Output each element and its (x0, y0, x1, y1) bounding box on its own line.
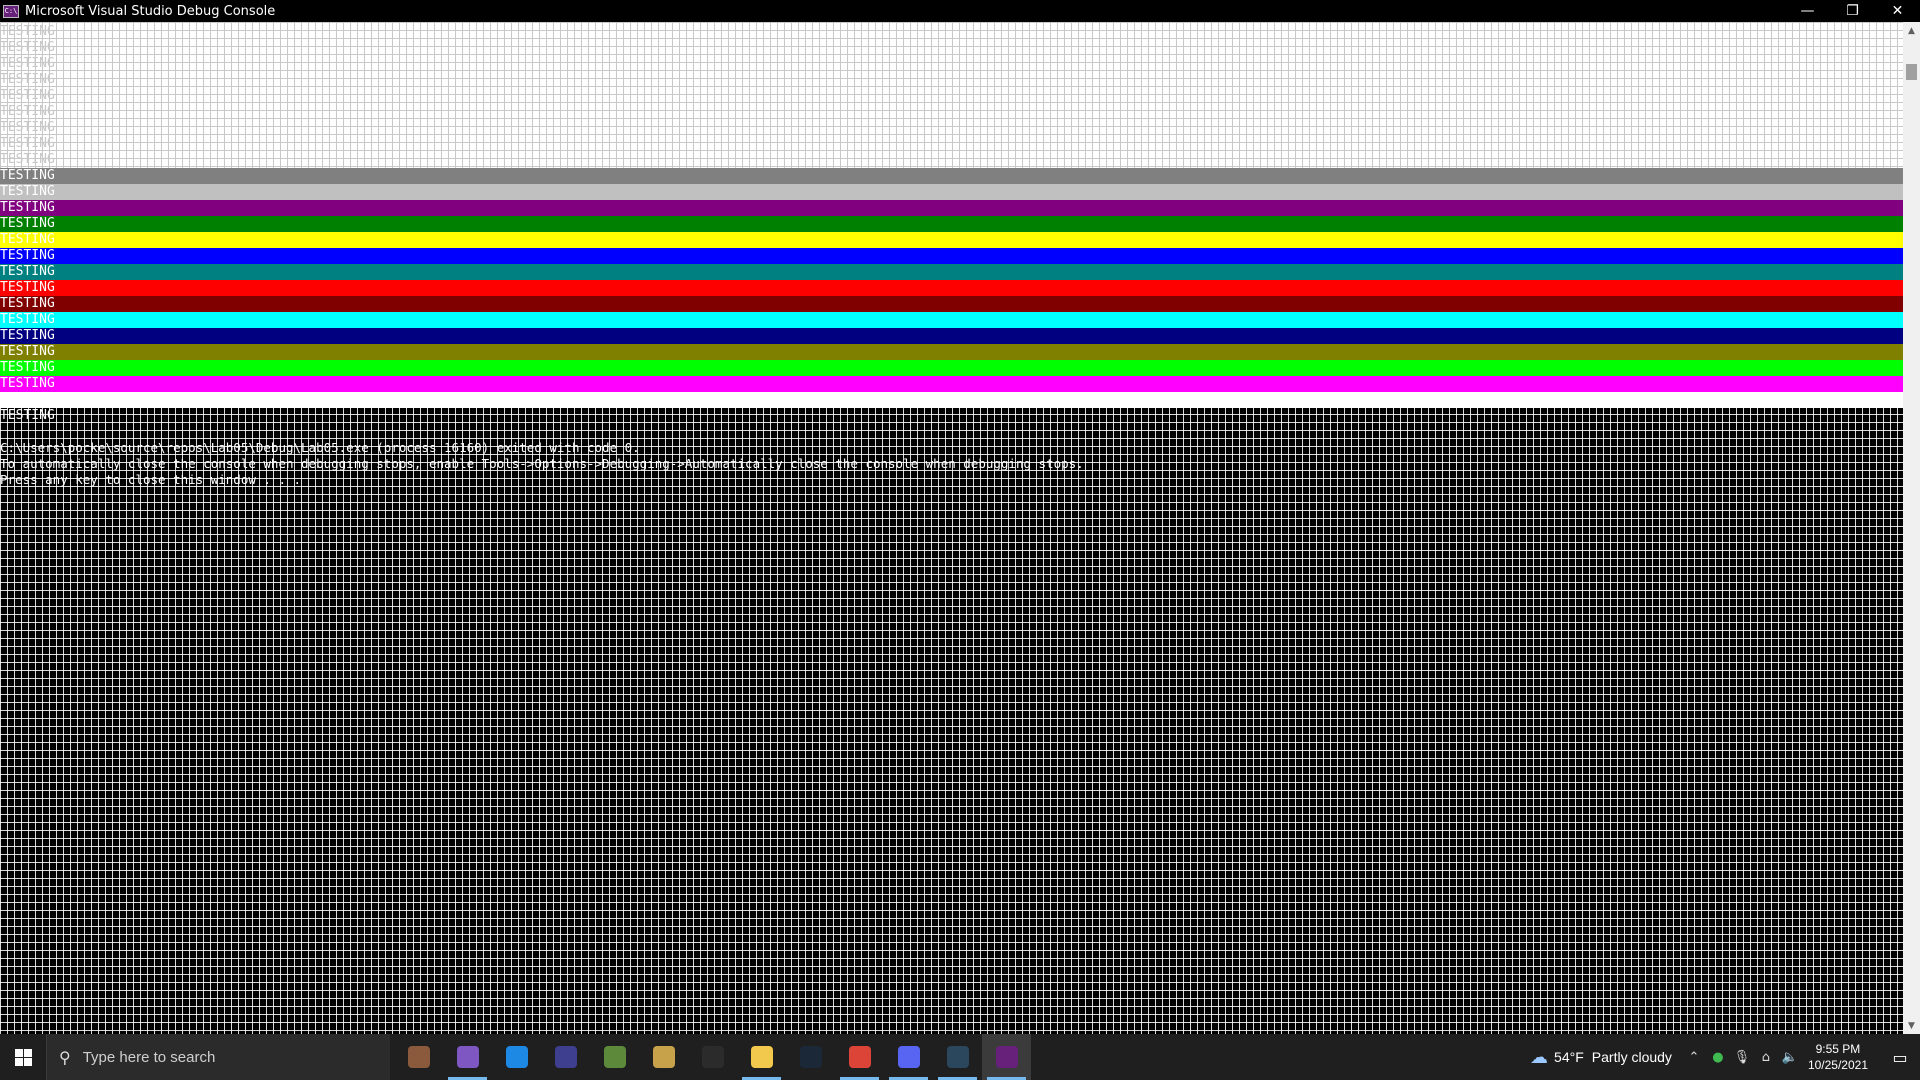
colored-output-line: TESTING (0, 232, 1903, 248)
colored-output-line: TESTING (0, 344, 1903, 360)
clock-time: 9:55 PM (1815, 1042, 1861, 1056)
vscode-icon (505, 1046, 528, 1068)
steam-icon (799, 1046, 822, 1068)
colored-output-line: TESTING (0, 312, 1903, 328)
taskbar-app-button[interactable] (884, 1034, 933, 1080)
close-button[interactable]: ✕ (1875, 0, 1920, 22)
faded-output-line: TESTING (0, 136, 55, 151)
faded-output-line: TESTING (0, 40, 55, 55)
minimize-button[interactable]: — (1785, 0, 1830, 22)
output-line: TESTING (0, 408, 55, 423)
restore-button[interactable]: ❐ (1830, 0, 1875, 22)
console-output[interactable]: TESTING TESTING TESTING TESTING TESTING TESTI… (0, 22, 1903, 1034)
colored-output-line: TESTING (0, 184, 1903, 200)
debug-console-icon (995, 1046, 1018, 1068)
faded-output-line: TESTING (0, 56, 55, 71)
taskbar-app-button[interactable] (737, 1034, 786, 1080)
network-icon[interactable]: ⌂ (1754, 1050, 1778, 1065)
colored-output-line: TESTING (0, 328, 1903, 344)
taskbar-app-button[interactable] (688, 1034, 737, 1080)
partly-cloudy-icon: ☁ (1530, 1046, 1549, 1067)
scroll-down-icon[interactable]: ▼ (1903, 1017, 1920, 1034)
faded-output-line: TESTING (0, 72, 55, 87)
discord-icon (897, 1046, 920, 1068)
console-message-line: To automatically close the console when … (0, 456, 1084, 471)
colored-output-line: TESTING (0, 264, 1903, 280)
window-controls: — ❐ ✕ (1785, 0, 1920, 22)
colored-output-line: TESTING (0, 360, 1903, 376)
weather-widget[interactable]: ☁ 54°F Partly cloudy (1530, 1047, 1672, 1068)
weather-temp: 54°F (1554, 1049, 1584, 1065)
faded-output-line: TESTING (0, 104, 55, 119)
console-message-line: Press any key to close this window . . . (0, 472, 302, 487)
clock[interactable]: 9:55 PM 10/25/2021 (1808, 1041, 1868, 1073)
clock-date: 10/25/2021 (1807, 1058, 1868, 1072)
taskbar-app-button[interactable] (835, 1034, 884, 1080)
window-title: Microsoft Visual Studio Debug Console (25, 3, 276, 19)
taskbar-search[interactable]: ⚲ (46, 1034, 390, 1080)
title-bar: C:\ Microsoft Visual Studio Debug Consol… (0, 0, 1920, 22)
faded-output-line: TESTING (0, 24, 55, 39)
taskbar-app-button[interactable] (394, 1034, 443, 1080)
system-tray: ☁ 54°F Partly cloudy ⌃ ● 🎙 ⌂ 🔈 9:55 PM 1… (1530, 1034, 1920, 1080)
console-message-line: C:\Users\pocke\source\repos\Lab05\Debug\… (0, 440, 640, 455)
chrome-icon (848, 1046, 871, 1068)
colored-output-line (0, 392, 1903, 408)
faded-output-line: TESTING (0, 120, 55, 135)
app-1-icon (407, 1046, 430, 1068)
colored-output-line: TESTING (0, 216, 1903, 232)
pinned-apps (394, 1034, 1031, 1080)
taskbar-app-button[interactable] (982, 1034, 1031, 1080)
taskbar-app-button[interactable] (590, 1034, 639, 1080)
colored-output-line: TESTING (0, 248, 1903, 264)
visual-studio-icon (456, 1046, 479, 1068)
microphone-icon[interactable]: 🎙 (1730, 1050, 1754, 1065)
status-dot-icon[interactable]: ● (1706, 1050, 1730, 1065)
scroll-thumb[interactable] (1906, 64, 1917, 80)
search-input[interactable] (80, 1047, 345, 1067)
search-icon: ⚲ (59, 1047, 71, 1067)
taskbar-app-button[interactable] (639, 1034, 688, 1080)
taskbar: ⚲ ☁ 54°F Partly cloudy ⌃ ● 🎙 ⌂ 🔈 9:55 PM… (0, 1034, 1920, 1080)
faded-output-line: TESTING (0, 152, 55, 167)
colored-output-line: TESTING (0, 280, 1903, 296)
colored-output-line: TESTING (0, 296, 1903, 312)
chevron-up-icon[interactable]: ⌃ (1682, 1050, 1706, 1065)
colored-output-line: TESTING (0, 376, 1903, 392)
app-7-icon (701, 1046, 724, 1068)
vertical-scrollbar[interactable]: ▲ ▼ (1903, 22, 1920, 1034)
taskbar-app-button[interactable] (492, 1034, 541, 1080)
volume-icon[interactable]: 🔈 (1778, 1050, 1802, 1065)
league-icon (652, 1046, 675, 1068)
notification-icon[interactable]: ▭ (1880, 1034, 1920, 1080)
taskbar-app-button[interactable] (933, 1034, 982, 1080)
scroll-up-icon[interactable]: ▲ (1903, 22, 1920, 39)
faded-output-line: TESTING (0, 88, 55, 103)
weather-desc: Partly cloudy (1591, 1049, 1672, 1065)
colored-output-line: TESTING (0, 168, 1903, 184)
start-button[interactable] (0, 1034, 46, 1080)
console-app-icon: C:\ (3, 4, 19, 18)
steam-2-icon (946, 1046, 969, 1068)
taskbar-app-button[interactable] (443, 1034, 492, 1080)
file-explorer-icon (750, 1046, 773, 1068)
taskbar-app-button[interactable] (786, 1034, 835, 1080)
eclipse-icon (554, 1046, 577, 1068)
minecraft-icon (603, 1046, 626, 1068)
windows-logo-icon (14, 1048, 32, 1066)
taskbar-app-button[interactable] (541, 1034, 590, 1080)
colored-output-line: TESTING (0, 200, 1903, 216)
